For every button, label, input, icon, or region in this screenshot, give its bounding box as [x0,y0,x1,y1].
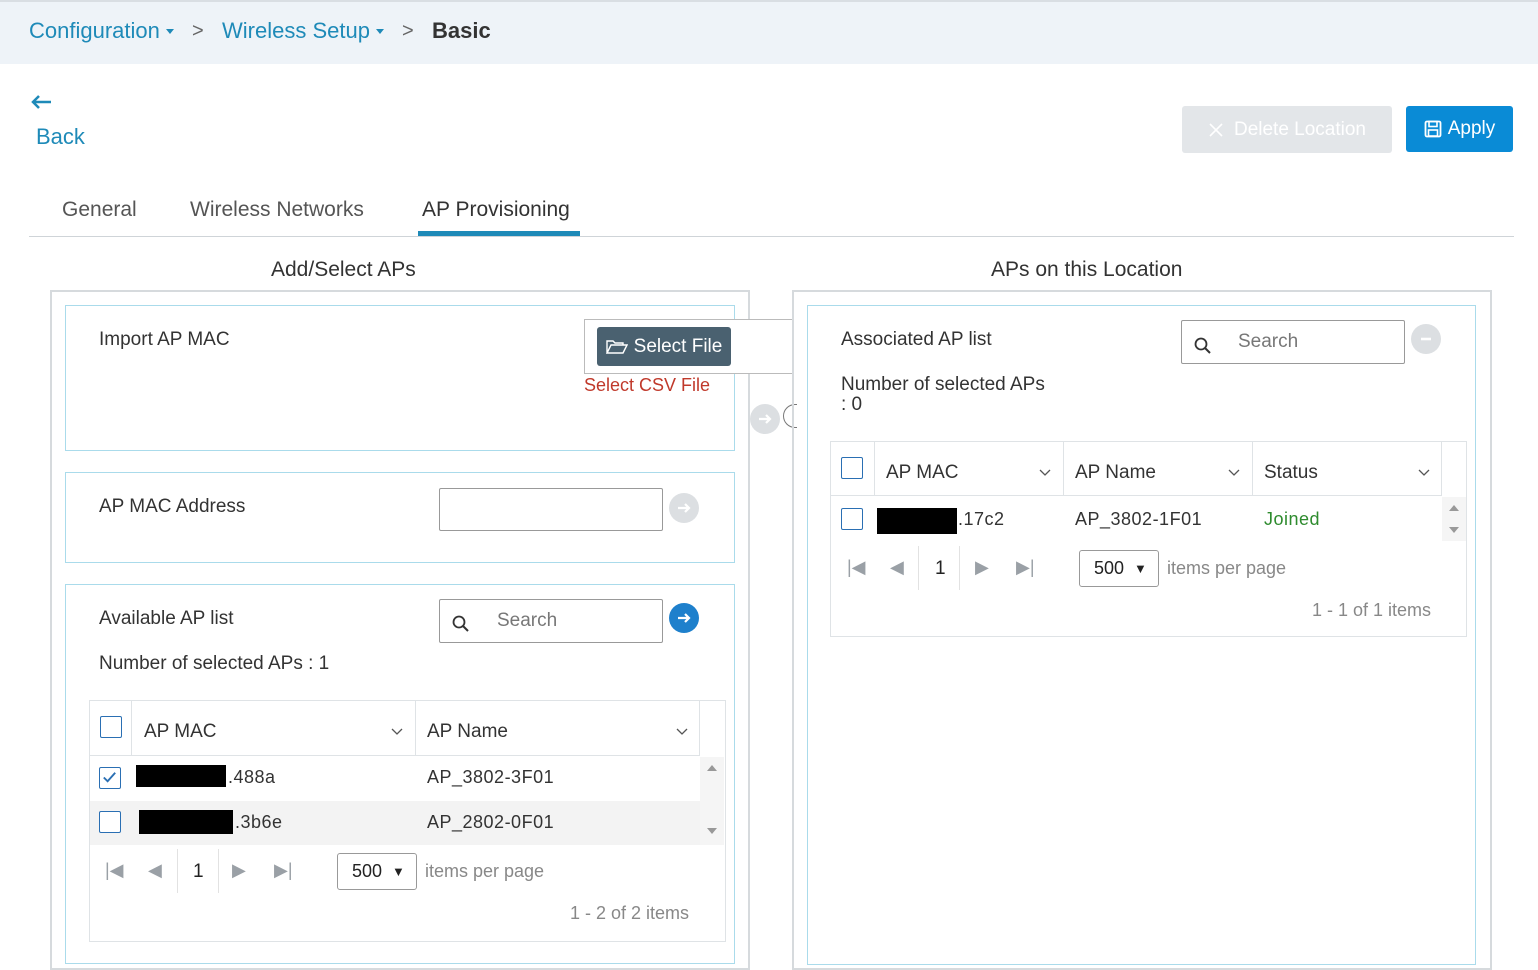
chevron-down-icon[interactable] [1418,469,1430,477]
ap-mac-cell: .17c2 [958,509,1005,529]
delete-location-button[interactable]: Delete Location [1182,106,1392,153]
breadcrumb-wireless-setup[interactable]: Wireless Setup [222,18,384,44]
status-badge: Joined [1264,509,1321,529]
selected-count-label: Number of selected APs : 1 [99,653,330,674]
chevron-down-icon[interactable] [676,728,688,736]
search-icon [452,615,469,632]
column-ap-name[interactable]: AP Name [427,721,508,743]
column-ap-name[interactable]: AP Name [1075,462,1156,484]
tabs-divider [29,236,1514,237]
selected-count-label: Number of selected APs [841,374,1045,395]
prev-page-icon[interactable]: ◀ [890,557,904,578]
remove-icon[interactable] [1411,324,1441,354]
import-ap-mac-label: Import AP MAC [99,329,230,350]
caret-down-icon [165,28,174,34]
breadcrumb-separator: > [402,20,414,42]
column-status[interactable]: Status [1264,462,1318,484]
item-count: 1 - 1 of 1 items [1312,600,1432,620]
available-ap-list-label: Available AP list [99,608,234,629]
associated-search-input[interactable]: Search [1181,320,1405,364]
ap-mac-address-input[interactable] [439,488,663,531]
breadcrumb-current: Basic [432,18,491,43]
add-select-aps-title: Add/Select APs [271,258,416,281]
column-ap-mac[interactable]: AP MAC [886,462,959,484]
apply-button[interactable]: Apply [1406,106,1513,152]
first-page-icon[interactable]: |◀ [847,557,866,578]
items-per-page-label: items per page [425,861,545,881]
close-icon [1209,122,1223,137]
caret-down-icon: ▼ [1134,561,1147,576]
available-search-input[interactable]: Search [439,599,663,643]
active-tab-indicator [418,231,580,236]
select-all-checkbox[interactable] [841,457,863,479]
next-page-icon[interactable]: ▶ [232,860,246,881]
ap-mac-cell: .3b6e [235,812,283,832]
select-all-checkbox[interactable] [100,716,122,738]
back-arrow-icon[interactable] [30,92,52,112]
search-placeholder: Search [1238,331,1299,352]
aps-on-location-title: APs on this Location [991,258,1183,281]
page-number: 1 [935,558,946,579]
page-size-select[interactable]: 500 ▼ [337,853,417,890]
row-checkbox[interactable] [99,811,121,833]
column-ap-mac[interactable]: AP MAC [144,721,217,743]
select-csv-hint: Select CSV File [584,375,711,395]
tab-wireless-networks[interactable]: Wireless Networks [190,198,364,222]
associated-ap-list-label: Associated AP list [841,329,992,350]
last-page-icon[interactable]: ▶| [274,860,293,881]
tab-general[interactable]: General [62,198,137,222]
select-file-button[interactable]: Select File [597,327,731,366]
search-icon [1194,337,1211,354]
checkmark-icon [103,772,116,783]
ap-mac-cell: .488a [228,767,276,787]
breadcrumb-configuration[interactable]: Configuration [29,18,174,44]
items-per-page-label: items per page [1167,558,1287,578]
save-icon [1424,120,1442,138]
ap-mac-address-label: AP MAC Address [99,496,246,517]
caret-down-icon [375,28,384,34]
folder-open-icon [605,339,628,354]
last-page-icon[interactable]: ▶| [1016,557,1035,578]
move-right-icon[interactable] [750,404,780,434]
ap-name-cell: AP_2802-0F01 [427,812,555,832]
scroll-up-icon[interactable] [706,764,718,772]
row-checkbox[interactable] [841,508,863,530]
item-count: 1 - 2 of 2 items [570,903,690,923]
row-checkbox-checked[interactable] [99,767,121,789]
prev-page-icon[interactable]: ◀ [148,860,162,881]
tab-ap-provisioning[interactable]: AP Provisioning [422,198,570,222]
next-page-icon[interactable]: ▶ [975,557,989,578]
first-page-icon[interactable]: |◀ [105,860,124,881]
ap-name-cell: AP_3802-1F01 [1075,509,1203,529]
chevron-down-icon[interactable] [391,728,403,736]
scroll-down-icon[interactable] [706,827,718,835]
redacted-mac [139,810,233,834]
redacted-mac [136,765,226,787]
caret-down-icon: ▼ [392,864,405,879]
chevron-down-icon[interactable] [1039,469,1051,477]
scroll-up-icon[interactable] [1448,504,1460,512]
breadcrumb-separator: > [192,20,204,42]
ap-name-cell: AP_3802-3F01 [427,767,555,787]
add-selected-arrow-icon[interactable] [669,603,699,633]
add-mac-arrow-icon[interactable] [669,493,699,523]
selected-count-value: : 0 [841,394,863,415]
page-size-select[interactable]: 500 ▼ [1079,550,1159,587]
redacted-mac [877,508,957,534]
chevron-down-icon[interactable] [1228,469,1240,477]
scroll-down-icon[interactable] [1448,526,1460,534]
page-number: 1 [193,861,204,882]
back-link[interactable]: Back [36,124,85,150]
search-placeholder: Search [497,610,558,631]
